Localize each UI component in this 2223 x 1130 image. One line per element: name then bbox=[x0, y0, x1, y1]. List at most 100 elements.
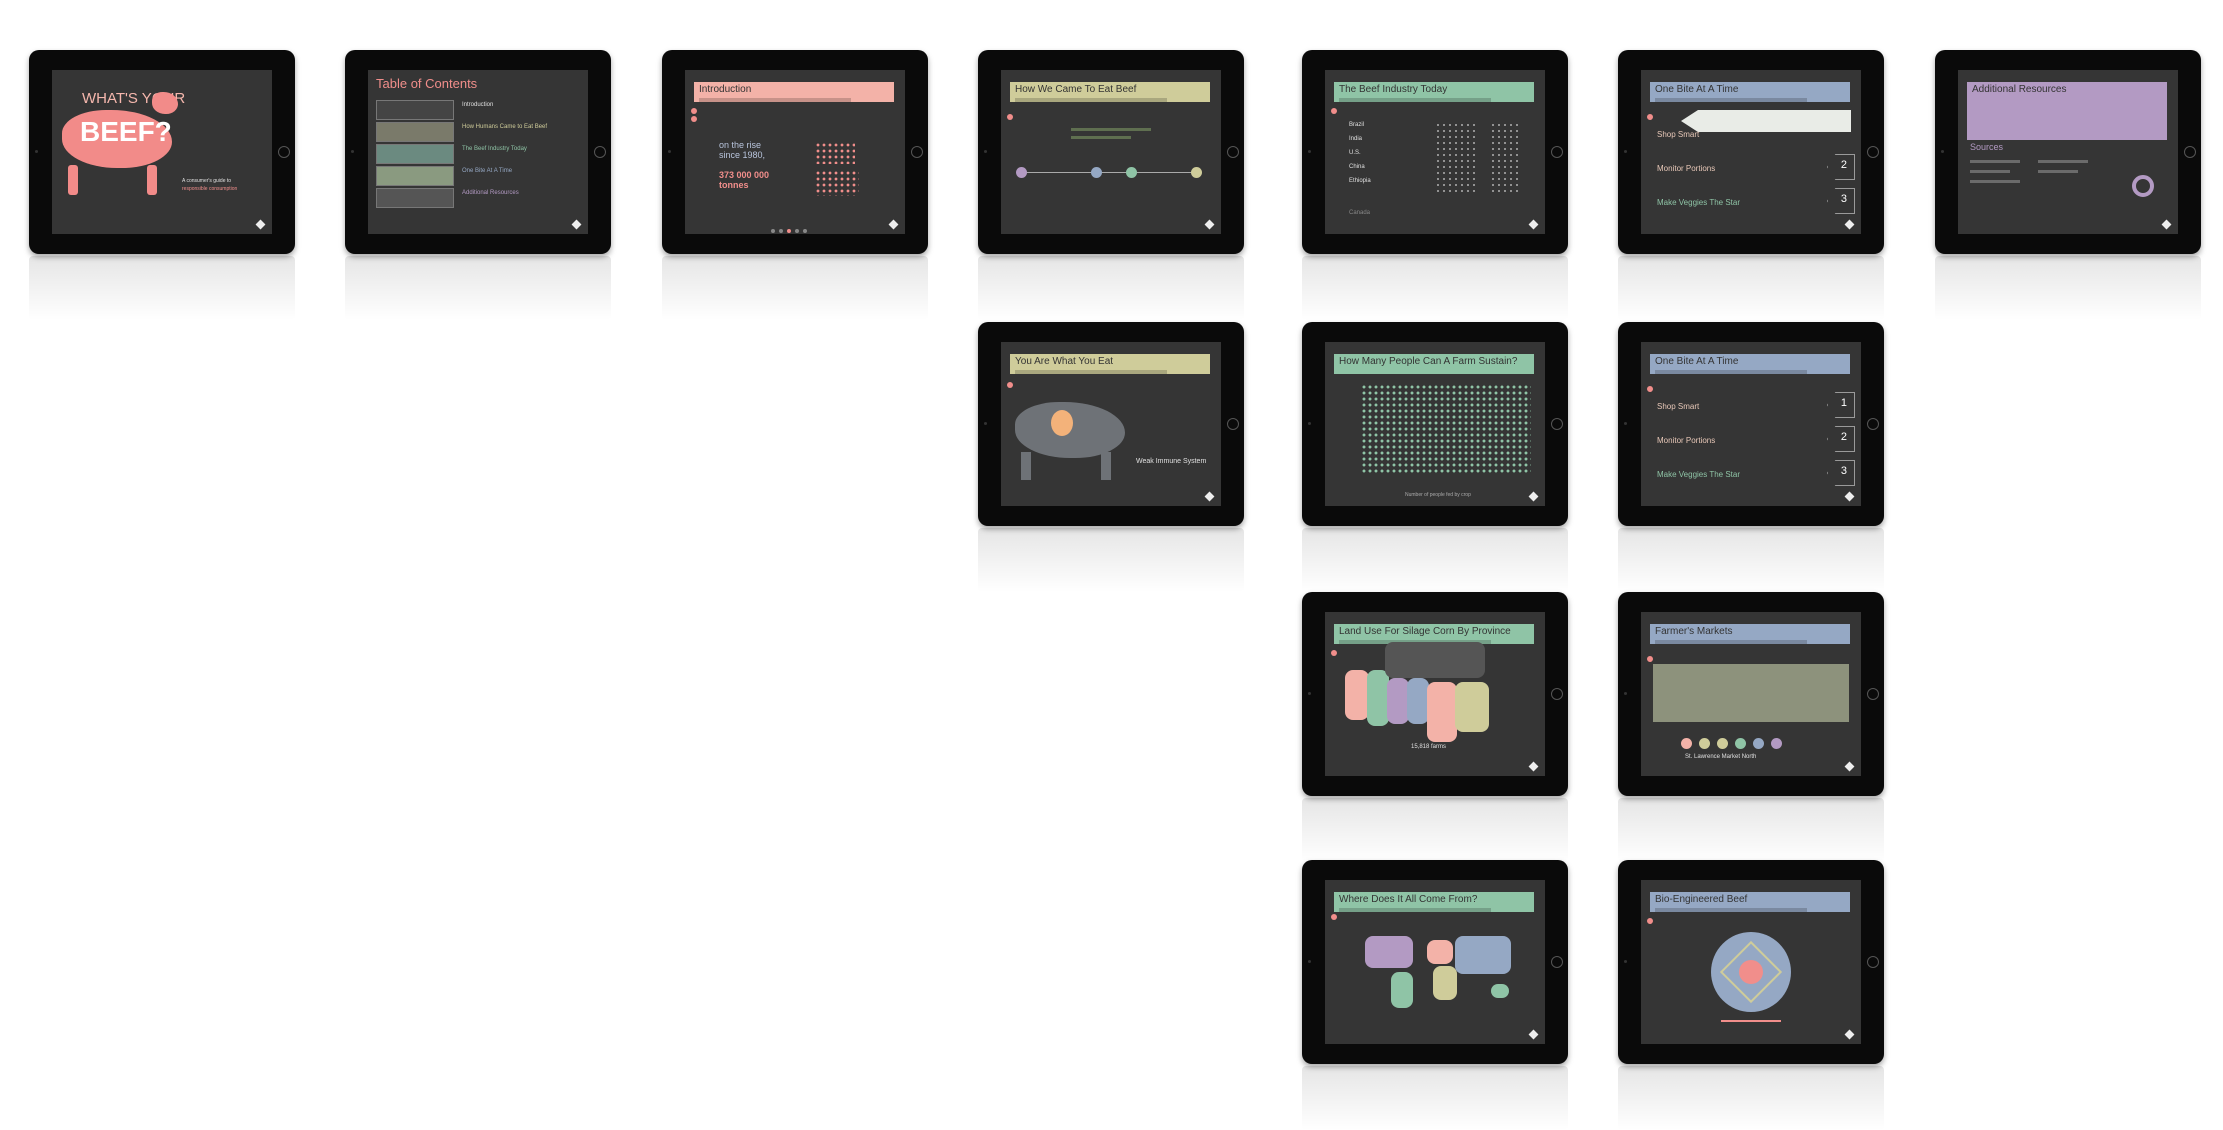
intro-stat: since 1980, bbox=[719, 150, 766, 160]
cover-subtitle-2: responsible consumption bbox=[182, 186, 238, 192]
logo-icon bbox=[1528, 219, 1539, 230]
step-1-button[interactable]: 1 bbox=[1827, 392, 1855, 418]
home-button-icon bbox=[911, 146, 923, 158]
toc-title: Table of Contents bbox=[376, 76, 478, 91]
slide-header: How We Came To Eat Beef bbox=[1010, 82, 1210, 102]
menu-item-shop[interactable]: Shop Smart bbox=[1657, 130, 1699, 139]
home-button-icon bbox=[1867, 956, 1879, 968]
logo-icon bbox=[888, 219, 899, 230]
slide-screen: Farmer's Markets St. Lawrence Market Nor… bbox=[1641, 612, 1861, 776]
home-button-icon bbox=[1867, 146, 1879, 158]
slide-screen: WHAT'S YOUR BEEF? A consumer's guide to … bbox=[52, 70, 272, 234]
slide-screen: Where Does It All Come From? bbox=[1325, 880, 1545, 1044]
logo-icon bbox=[1528, 1029, 1539, 1040]
home-button-icon bbox=[2184, 146, 2196, 158]
logo-icon bbox=[1528, 491, 1539, 502]
logo-icon bbox=[1204, 219, 1215, 230]
sources-heading: Sources bbox=[1970, 142, 2004, 152]
step-2-button[interactable]: 2 bbox=[1827, 154, 1855, 180]
home-button-icon bbox=[1551, 146, 1563, 158]
anatomy-caption: Weak Immune System bbox=[1136, 458, 1207, 465]
toc-item[interactable]: The Beef Industry Today bbox=[462, 146, 527, 152]
slide-header: Land Use For Silage Corn By Province bbox=[1334, 624, 1534, 644]
step-3-button[interactable]: 3 bbox=[1827, 460, 1855, 486]
slide-thumb-intro[interactable]: Introduction on the rise since 1980, 373… bbox=[662, 50, 928, 320]
home-button-icon bbox=[594, 146, 606, 158]
slide-thumb-cover[interactable]: WHAT'S YOUR BEEF? A consumer's guide to … bbox=[29, 50, 295, 320]
slide-thumb-industry[interactable]: The Beef Industry Today Brazil India U.S… bbox=[1302, 50, 1568, 320]
slide-thumb-resources[interactable]: Additional Resources Sources bbox=[1935, 50, 2201, 320]
slide-header: Farmer's Markets bbox=[1650, 624, 1850, 644]
slide-header: The Beef Industry Today bbox=[1334, 82, 1534, 102]
farm-xlabel: Number of people fed by crop bbox=[1405, 492, 1471, 498]
home-button-icon bbox=[1551, 418, 1563, 430]
toc-item[interactable]: One Bite At A Time bbox=[462, 168, 512, 174]
toc-item[interactable]: Additional Resources bbox=[462, 190, 519, 196]
logo-icon bbox=[1204, 491, 1215, 502]
slide-screen: How Many People Can A Farm Sustain? Numb… bbox=[1325, 342, 1545, 506]
slide-thumb-silage[interactable]: Land Use For Silage Corn By Province 15,… bbox=[1302, 592, 1568, 862]
home-button-icon bbox=[1867, 688, 1879, 700]
slide-thumb-toc[interactable]: Table of Contents Introduction How Human… bbox=[345, 50, 611, 320]
logo-icon bbox=[2161, 219, 2172, 230]
farms-count: 15,818 farms bbox=[1411, 744, 1447, 750]
home-button-icon bbox=[1867, 418, 1879, 430]
country-label: Brazil bbox=[1349, 122, 1365, 128]
intro-stat: tonnes bbox=[719, 180, 749, 190]
logo-icon bbox=[255, 219, 266, 230]
slide-header: You Are What You Eat bbox=[1010, 354, 1210, 374]
cover-subtitle: A consumer's guide to bbox=[182, 178, 232, 184]
logo-icon bbox=[571, 219, 582, 230]
people-grid bbox=[1361, 384, 1531, 474]
home-button-icon bbox=[1227, 146, 1239, 158]
slide-screen: One Bite At A Time Shop Smart Monitor Po… bbox=[1641, 70, 1861, 234]
slide-thumb-onebite-2[interactable]: One Bite At A Time Shop Smart Monitor Po… bbox=[1618, 322, 1884, 592]
intro-stat: 373 000 000 bbox=[719, 170, 770, 180]
market-name: St. Lawrence Market North bbox=[1685, 754, 1757, 760]
menu-item-shop[interactable]: Shop Smart bbox=[1657, 402, 1699, 411]
home-button-icon bbox=[1551, 956, 1563, 968]
toc-item[interactable]: Introduction bbox=[462, 102, 493, 108]
slide-thumb-markets[interactable]: Farmer's Markets St. Lawrence Market Nor… bbox=[1618, 592, 1884, 862]
market-map[interactable] bbox=[1653, 664, 1849, 722]
logo-icon bbox=[1844, 761, 1855, 772]
slide-header: How Many People Can A Farm Sustain? bbox=[1334, 354, 1534, 374]
slide-screen: Additional Resources Sources bbox=[1958, 70, 2178, 234]
slide-header: Where Does It All Come From? bbox=[1334, 892, 1534, 912]
logo-icon bbox=[1844, 491, 1855, 502]
slide-header: Additional Resources bbox=[1967, 82, 2167, 140]
slide-screen: How We Came To Eat Beef bbox=[1001, 70, 1221, 234]
slide-thumb-bioeng[interactable]: Bio-Engineered Beef bbox=[1618, 860, 1884, 1130]
menu-item-veggies[interactable]: Make Veggies The Star bbox=[1657, 470, 1740, 479]
country-label: India bbox=[1349, 136, 1363, 142]
menu-item-portions[interactable]: Monitor Portions bbox=[1657, 164, 1715, 173]
menu-item-veggies[interactable]: Make Veggies The Star bbox=[1657, 198, 1740, 207]
slide-thumb-onebite[interactable]: One Bite At A Time Shop Smart Monitor Po… bbox=[1618, 50, 1884, 320]
country-label: China bbox=[1349, 164, 1365, 170]
intro-stat: on the rise bbox=[719, 140, 762, 150]
slide-header: Introduction bbox=[694, 82, 894, 102]
toc-item[interactable]: How Humans Came to Eat Beef bbox=[462, 124, 547, 130]
slide-screen: Introduction on the rise since 1980, 373… bbox=[685, 70, 905, 234]
slide-screen: Table of Contents Introduction How Human… bbox=[368, 70, 588, 234]
slide-screen: One Bite At A Time Shop Smart Monitor Po… bbox=[1641, 342, 1861, 506]
country-label: Canada bbox=[1349, 210, 1371, 216]
slide-screen: You Are What You Eat Weak Immune System bbox=[1001, 342, 1221, 506]
cover-title-main: BEEF? bbox=[80, 116, 172, 147]
menu-item-portions[interactable]: Monitor Portions bbox=[1657, 436, 1715, 445]
resource-logo-icon bbox=[2132, 175, 2154, 197]
slide-screen: Bio-Engineered Beef bbox=[1641, 880, 1861, 1044]
logo-icon bbox=[1844, 219, 1855, 230]
slide-thumb-youeat[interactable]: You Are What You Eat Weak Immune System bbox=[978, 322, 1244, 592]
country-label: Ethiopia bbox=[1349, 178, 1371, 184]
slide-thumb-world[interactable]: Where Does It All Come From? bbox=[1302, 860, 1568, 1130]
slide-header: Bio-Engineered Beef bbox=[1650, 892, 1850, 912]
slide-thumb-history[interactable]: How We Came To Eat Beef bbox=[978, 50, 1244, 320]
slide-thumb-farm[interactable]: How Many People Can A Farm Sustain? Numb… bbox=[1302, 322, 1568, 592]
slide-header: One Bite At A Time bbox=[1650, 354, 1850, 374]
step-3-button[interactable]: 3 bbox=[1827, 188, 1855, 214]
slide-screen: Land Use For Silage Corn By Province 15,… bbox=[1325, 612, 1545, 776]
logo-icon bbox=[1844, 1029, 1855, 1040]
step-2-button[interactable]: 2 bbox=[1827, 426, 1855, 452]
slide-screen: The Beef Industry Today Brazil India U.S… bbox=[1325, 70, 1545, 234]
